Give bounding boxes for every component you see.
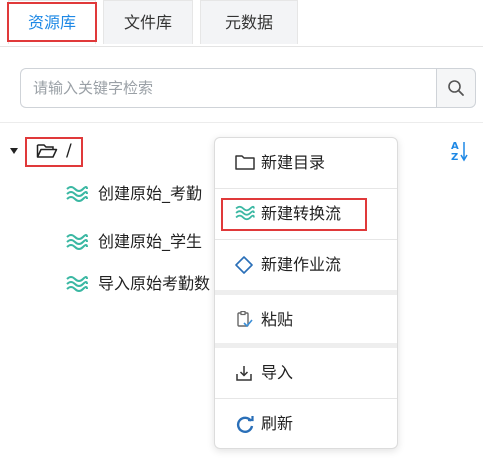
resource-tabs: 资源库 文件库 元数据: [0, 0, 483, 47]
refresh-icon: [235, 415, 255, 439]
menu-item-import[interactable]: 导入: [215, 348, 397, 398]
list-item-label: 导入原始考勤数: [98, 274, 211, 293]
import-icon: [235, 364, 253, 386]
divider: [0, 122, 483, 123]
tab-file-library[interactable]: 文件库: [103, 0, 193, 44]
folder-open-icon: [36, 142, 58, 164]
transform-flow-icon: [66, 233, 88, 258]
menu-item-new-transform-flow[interactable]: 新建转换流: [215, 189, 397, 239]
menu-item-new-directory[interactable]: 新建目录: [215, 138, 397, 188]
folder-icon: [235, 154, 255, 174]
search-bar: [20, 68, 476, 108]
sort-az-icon[interactable]: A Z: [451, 140, 469, 166]
menu-item-new-job-flow[interactable]: 新建作业流: [215, 240, 397, 290]
search-button[interactable]: [436, 68, 476, 108]
menu-item-label: 新建目录: [261, 153, 326, 172]
menu-item-label: 粘贴: [261, 310, 294, 329]
svg-text:Z: Z: [451, 152, 458, 162]
menu-item-label: 新建转换流: [261, 204, 342, 223]
tab-metadata[interactable]: 元数据: [200, 0, 298, 44]
list-item-label: 创建原始_考勤: [98, 184, 203, 203]
menu-item-label: 刷新: [261, 414, 294, 433]
tab-resource-library[interactable]: 资源库: [8, 0, 96, 44]
transform-flow-icon: [66, 275, 88, 300]
menu-item-paste[interactable]: 粘贴: [215, 295, 397, 345]
search-icon: [448, 80, 464, 96]
menu-item-refresh[interactable]: 刷新: [215, 399, 397, 449]
transform-flow-icon: [235, 205, 255, 225]
menu-item-label: 新建作业流: [261, 255, 342, 274]
paste-icon: [235, 310, 253, 333]
diamond-icon: [235, 256, 253, 278]
list-item-label: 创建原始_学生: [98, 232, 203, 251]
menu-item-label: 导入: [261, 363, 294, 382]
caret-down-icon[interactable]: [10, 148, 18, 154]
tree-root-label: /: [66, 141, 72, 161]
search-input[interactable]: [20, 68, 436, 108]
context-menu: 新建目录 新建转换流 新建作业流 粘贴 导入 刷新: [214, 137, 398, 449]
svg-text:A: A: [451, 141, 459, 152]
transform-flow-icon: [66, 185, 88, 210]
